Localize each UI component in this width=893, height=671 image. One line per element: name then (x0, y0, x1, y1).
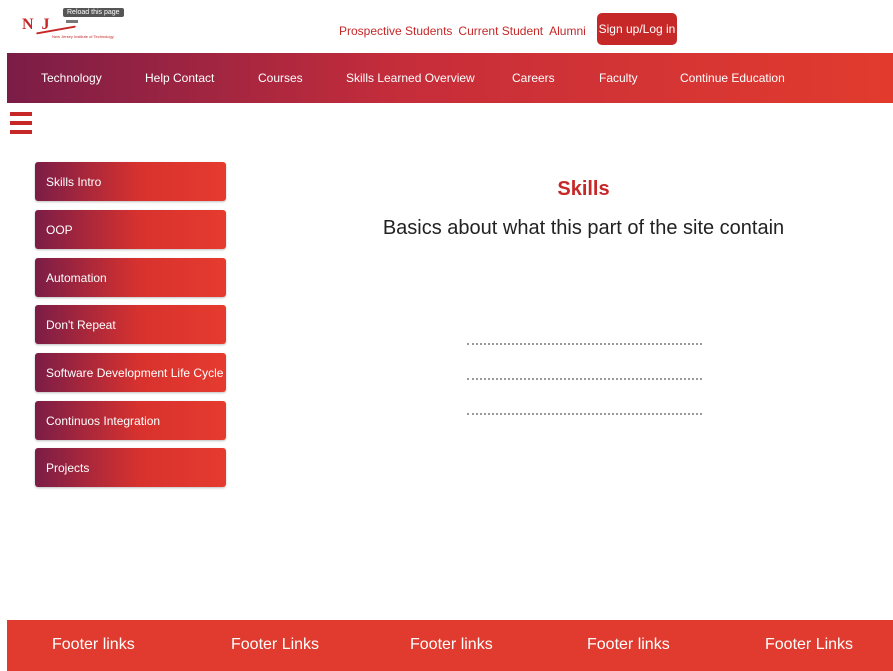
nav-skills-learned-overview[interactable]: Skills Learned Overview (346, 71, 475, 85)
placeholder-divider (467, 413, 702, 415)
footer-link[interactable]: Footer links (410, 636, 493, 654)
sidebar-item-automation[interactable]: Automation (35, 258, 226, 297)
hamburger-icon[interactable] (10, 112, 32, 136)
page-title: Skills (557, 178, 610, 200)
placeholder-divider (467, 343, 702, 345)
nav-careers[interactable]: Careers (512, 71, 555, 85)
page-subtitle: Basics about what this part of the site … (382, 217, 785, 239)
signup-login-button[interactable]: Sign up/Log in (597, 13, 677, 45)
nav-faculty[interactable]: Faculty (599, 71, 638, 85)
nav-continue-education[interactable]: Continue Education (680, 71, 785, 85)
footer-link[interactable]: Footer Links (231, 636, 319, 654)
sidebar-item-continuous-integration[interactable]: Continuos Integration (35, 401, 226, 440)
logo-subtitle: New Jersey Institute of Technology (52, 34, 114, 39)
top-links: Prospective Students Current Student Alumn… (339, 24, 592, 38)
main-nav: Technology Help Contact Courses Skills L… (7, 53, 893, 103)
footer: Footer links Footer Links Footer links F… (7, 620, 893, 671)
tooltip-pointer (66, 20, 78, 23)
nav-courses[interactable]: Courses (258, 71, 303, 85)
sidebar-item-projects[interactable]: Projects (35, 448, 226, 487)
reload-tooltip: Reload this page (63, 8, 124, 17)
top-header: N J New Jersey Institute of Technology R… (0, 0, 893, 52)
nav-technology[interactable]: Technology (41, 71, 102, 85)
link-current-student[interactable]: Current Student (458, 24, 543, 38)
link-prospective-students[interactable]: Prospective Students (339, 24, 452, 38)
sidebar-item-sdlc[interactable]: Software Development Life Cycle (35, 353, 226, 392)
placeholder-divider (467, 378, 702, 380)
footer-link[interactable]: Footer Links (765, 636, 853, 654)
footer-link[interactable]: Footer links (52, 636, 135, 654)
footer-link[interactable]: Footer links (587, 636, 670, 654)
sidebar-item-dont-repeat[interactable]: Don't Repeat (35, 305, 226, 344)
nav-help-contact[interactable]: Help Contact (145, 71, 214, 85)
link-alumni[interactable]: Alumni (549, 24, 586, 38)
